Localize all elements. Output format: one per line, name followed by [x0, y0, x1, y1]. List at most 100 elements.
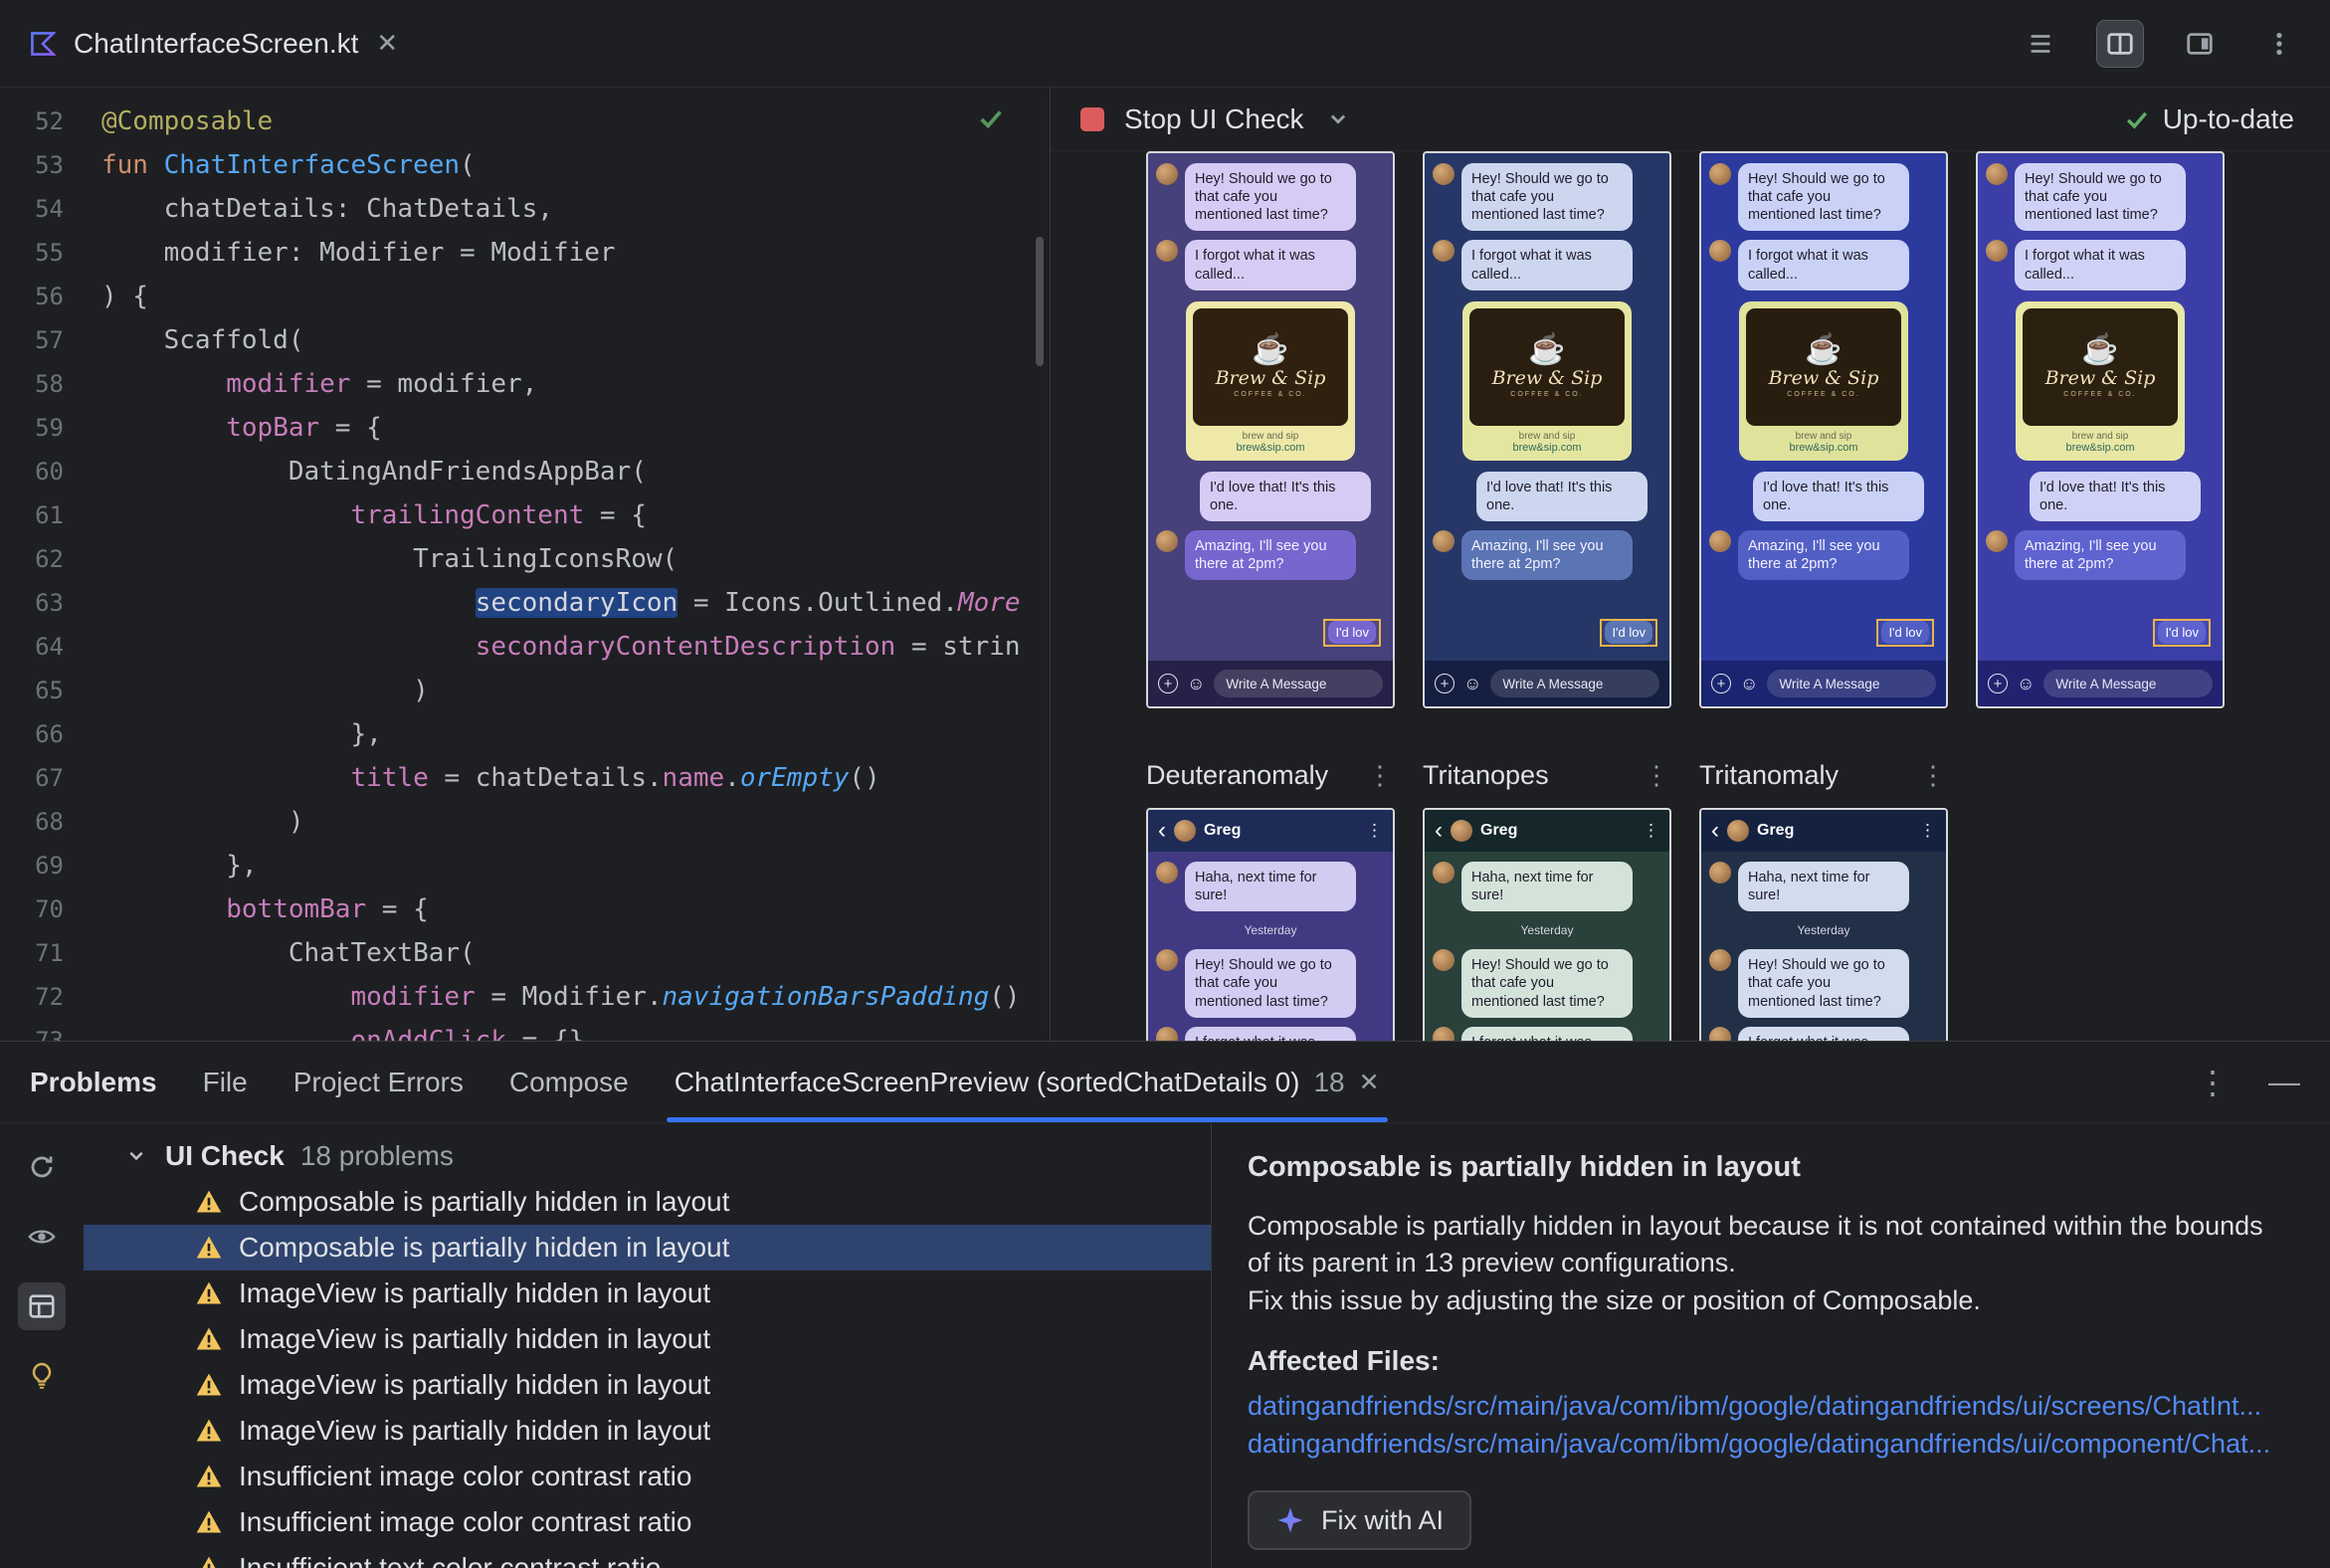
- brew-logo: ☕ Brew & Sip COFFEE & CO.: [2023, 307, 2178, 426]
- line-number[interactable]: 57: [0, 318, 64, 362]
- line-number[interactable]: 71: [0, 931, 64, 975]
- preview-kebab-icon[interactable]: ⋮: [1644, 760, 1669, 791]
- fix-with-ai-button[interactable]: Fix with AI: [1248, 1490, 1472, 1551]
- up-to-date-label: Up-to-date: [2162, 102, 2294, 134]
- received-message: Haha, next time for sure!: [1709, 862, 1938, 912]
- code-text: onAddClick = {}: [350, 1026, 585, 1041]
- problem-row[interactable]: ImageView is partially hidden in layout: [84, 1362, 1211, 1408]
- stop-ui-check-button[interactable]: Stop UI Check: [1124, 103, 1304, 135]
- message-bubble: Amazing, I'll see you there at 2pm?: [1461, 529, 1633, 581]
- line-number[interactable]: 54: [0, 187, 64, 231]
- message-bubble: Hey! Should we go to that cafe you menti…: [2015, 163, 2186, 232]
- chat-preview-card[interactable]: Hey! Should we go to that cafe you menti…: [1146, 151, 1395, 708]
- chat-preview-card[interactable]: Hey! Should we go to that cafe you menti…: [1976, 151, 2225, 708]
- problem-row[interactable]: ImageView is partially hidden in layout: [84, 1271, 1211, 1316]
- warning-icon: [202, 1556, 216, 1568]
- back-icon: ‹: [1158, 817, 1166, 844]
- problem-details-fix-hint: Fix this issue by adjusting the size or …: [1248, 1284, 1981, 1315]
- kebab-menu-icon[interactable]: [2256, 21, 2302, 67]
- line-number[interactable]: 56: [0, 275, 64, 318]
- affected-file-link[interactable]: datingandfriends/src/main/java/com/ibm/g…: [1248, 1387, 2290, 1425]
- code-editor[interactable]: 52 @Composable 53 fun ChatInterfaceScreen(5…: [0, 88, 1051, 1041]
- problem-row[interactable]: ImageView is partially hidden in layout: [84, 1408, 1211, 1454]
- lightbulb-icon[interactable]: [18, 1352, 66, 1400]
- warning-icon: [196, 1419, 222, 1442]
- line-number[interactable]: 72: [0, 975, 64, 1019]
- chat-preview-card[interactable]: ‹ Greg ⋮ Haha, next time for sure! Yeste…: [1423, 808, 1671, 1041]
- problem-text: ImageView is partially hidden in layout: [239, 1415, 711, 1446]
- problems-tab[interactable]: Project Errors: [293, 1042, 464, 1122]
- tab-preview-problems[interactable]: ChatInterfaceScreenPreview (sortedChatDe…: [666, 1042, 1388, 1122]
- editor-scrollbar[interactable]: [1036, 237, 1044, 366]
- tab-close-icon[interactable]: ✕: [376, 28, 398, 59]
- avatar: [1156, 862, 1178, 883]
- emoji-icon: ☺: [2017, 674, 2036, 693]
- line-number[interactable]: 55: [0, 231, 64, 275]
- problem-text: Insufficient text color contrast ratio: [239, 1552, 662, 1568]
- structure-icon[interactable]: [2018, 21, 2063, 67]
- ui-check-issue-highlight: I'd lov: [1323, 619, 1381, 647]
- message-list: Haha, next time for sure! Yesterday Hey!…: [1156, 862, 1385, 1041]
- line-number[interactable]: 65: [0, 669, 64, 712]
- problem-row[interactable]: Composable is partially hidden in layout: [84, 1179, 1211, 1225]
- problem-text: ImageView is partially hidden in layout: [239, 1323, 711, 1354]
- line-number[interactable]: 52: [0, 99, 64, 143]
- line-number[interactable]: 66: [0, 712, 64, 756]
- line-number[interactable]: 70: [0, 887, 64, 931]
- chat-input-bar: + ☺ Write A Message: [1425, 661, 1669, 706]
- code-line: 63 secondaryIcon = Icons.Outlined.More: [0, 581, 1050, 625]
- line-number[interactable]: 69: [0, 844, 64, 887]
- problems-tab[interactable]: Compose: [509, 1042, 629, 1122]
- link-preview-card: ☕ Brew & Sip COFFEE & CO. brew and sip b…: [2016, 300, 2185, 461]
- tab-close-icon[interactable]: ✕: [1359, 1068, 1380, 1097]
- ai-star-icon: [1277, 1507, 1303, 1533]
- line-number[interactable]: 58: [0, 362, 64, 406]
- preview-layout-icon[interactable]: [2177, 21, 2223, 67]
- line-number[interactable]: 60: [0, 450, 64, 493]
- preview-row-2: Deuteranomaly ⋮ ‹ Greg ⋮ Haha, next time…: [1146, 752, 2330, 1041]
- problems-group-header[interactable]: UI Check 18 problems: [84, 1133, 1211, 1179]
- line-number[interactable]: 73: [0, 1019, 64, 1041]
- chat-preview-card[interactable]: Hey! Should we go to that cafe you menti…: [1699, 151, 1948, 708]
- chevron-down-icon[interactable]: [1324, 105, 1352, 133]
- chat-preview-card[interactable]: ‹ Greg ⋮ Haha, next time for sure! Yeste…: [1699, 808, 1948, 1041]
- problem-row[interactable]: ImageView is partially hidden in layout: [84, 1316, 1211, 1362]
- chat-preview-card[interactable]: Hey! Should we go to that cafe you menti…: [1423, 151, 1671, 708]
- problems-tab[interactable]: File: [203, 1042, 248, 1122]
- details-view-icon[interactable]: [18, 1282, 66, 1330]
- problem-row[interactable]: Insufficient image color contrast ratio: [84, 1499, 1211, 1545]
- line-number[interactable]: 63: [0, 581, 64, 625]
- panel-title-problems[interactable]: Problems: [30, 1042, 157, 1122]
- message-list: Hey! Should we go to that cafe you menti…: [1709, 163, 1938, 651]
- preview-kebab-icon[interactable]: ⋮: [1367, 760, 1393, 791]
- line-number[interactable]: 62: [0, 537, 64, 581]
- brand-name: Brew & Sip: [2044, 367, 2156, 390]
- line-number[interactable]: 64: [0, 625, 64, 669]
- line-number[interactable]: 59: [0, 406, 64, 450]
- brew-logo: ☕ Brew & Sip COFFEE & CO.: [1469, 307, 1625, 426]
- line-number[interactable]: 68: [0, 800, 64, 844]
- preview-kebab-icon[interactable]: ⋮: [1920, 760, 1946, 791]
- problem-row[interactable]: Insufficient image color contrast ratio: [84, 1454, 1211, 1499]
- chat-preview-card[interactable]: ‹ Greg ⋮ Haha, next time for sure! Yeste…: [1146, 808, 1395, 1041]
- line-number[interactable]: 67: [0, 756, 64, 800]
- file-tab[interactable]: ChatInterfaceScreen.kt ✕: [0, 0, 428, 87]
- chat-header: ‹ Greg ⋮: [1148, 810, 1393, 852]
- line-number[interactable]: 53: [0, 143, 64, 187]
- problem-row[interactable]: Insufficient text color contrast ratio: [84, 1545, 1211, 1568]
- line-number[interactable]: 61: [0, 493, 64, 537]
- problem-row[interactable]: Composable is partially hidden in layout: [84, 1225, 1211, 1271]
- affected-file-link[interactable]: datingandfriends/src/main/java/com/ibm/g…: [1248, 1425, 2290, 1463]
- code-line: 69 },: [0, 844, 1050, 887]
- inspections-ok-icon[interactable]: [976, 103, 1006, 147]
- split-editor-icon[interactable]: [2096, 19, 2144, 68]
- preview-label-row: Tritanomaly ⋮: [1699, 756, 1946, 794]
- eye-icon[interactable]: [18, 1213, 66, 1261]
- code-text: },: [101, 719, 382, 749]
- panel-kebab-icon[interactable]: ⋮: [2197, 1064, 2229, 1101]
- refresh-icon[interactable]: [18, 1143, 66, 1191]
- received-message: Hey! Should we go to that cafe you menti…: [1709, 949, 1938, 1018]
- chat-header: ‹ Greg ⋮: [1701, 810, 1946, 852]
- minimize-icon[interactable]: —: [2268, 1064, 2300, 1100]
- stop-icon: [1080, 106, 1104, 131]
